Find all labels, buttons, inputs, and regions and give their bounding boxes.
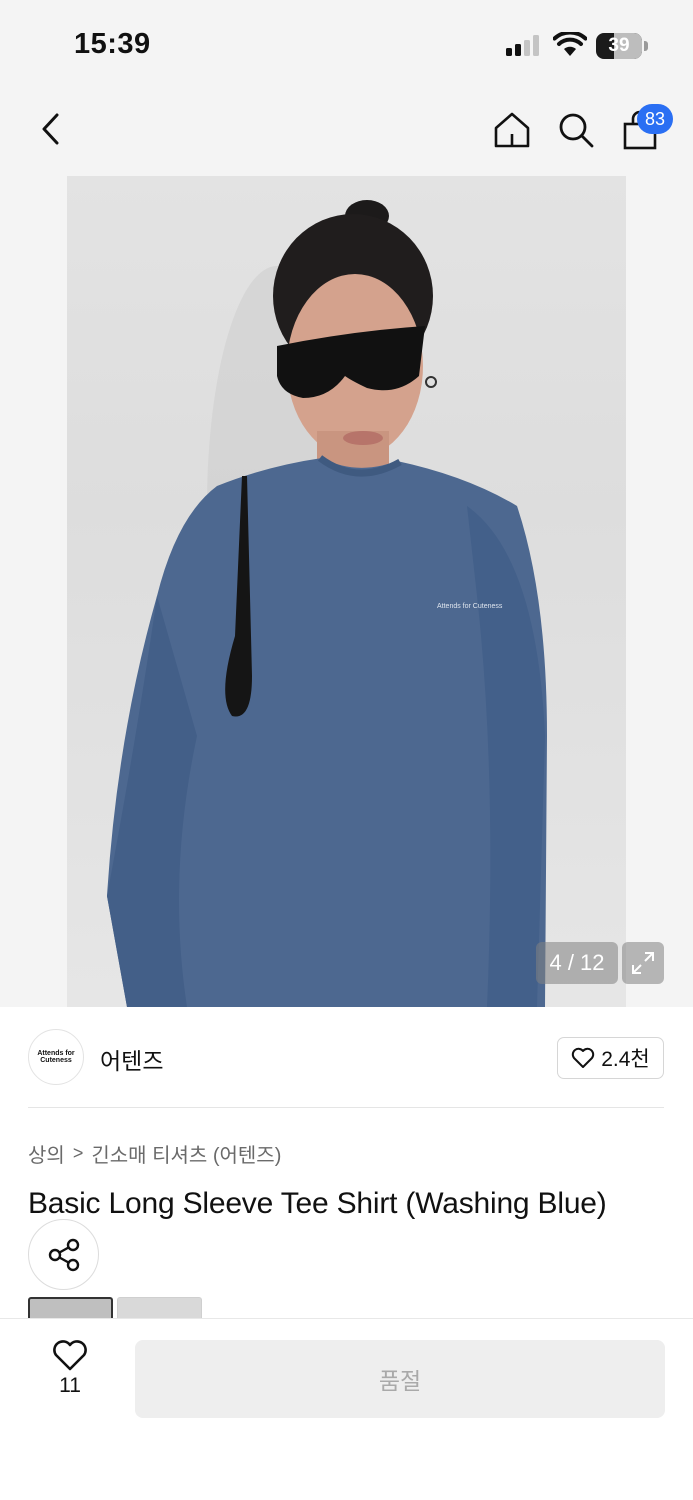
sold-out-button[interactable]: 품절: [135, 1340, 665, 1418]
expand-image-button[interactable]: [622, 942, 664, 984]
battery-percent: 39: [608, 35, 630, 56]
search-icon: [559, 113, 594, 148]
brand-name[interactable]: 어텐즈: [100, 1042, 163, 1076]
wishlist-button[interactable]: 11: [40, 1340, 100, 1412]
wishlist-count: 11: [59, 1374, 81, 1397]
heart-icon: [53, 1340, 87, 1371]
back-button[interactable]: [28, 106, 74, 152]
search-button[interactable]: [550, 104, 602, 156]
heart-icon: [572, 1047, 595, 1068]
product-title: Basic Long Sleeve Tee Shirt (Washing Blu…: [28, 1187, 607, 1220]
wifi-icon: [553, 32, 587, 56]
breadcrumb: 상의 > 긴소매 티셔츠 (어텐즈): [28, 1139, 281, 1168]
chevron-left-icon: [42, 113, 59, 145]
expand-icon: [632, 952, 654, 974]
breadcrumb-separator: >: [72, 1143, 84, 1163]
shirt-print-text: Attends for Cuteness: [437, 603, 503, 610]
divider: [28, 1107, 664, 1108]
brand-logo-line1: Attends for: [37, 1050, 75, 1057]
brand-logo[interactable]: Attends for Cuteness: [28, 1029, 84, 1085]
cart-count-badge: 83: [637, 104, 673, 134]
breadcrumb-category[interactable]: 상의: [28, 1139, 65, 1168]
home-icon: [494, 112, 530, 148]
brand-like-button[interactable]: 2.4천: [557, 1037, 664, 1079]
cellular-signal-icon: [506, 35, 539, 56]
share-icon: [48, 1238, 79, 1271]
brand-logo-line2: Cuteness: [40, 1057, 72, 1064]
battery-indicator: 39: [596, 33, 648, 59]
home-button[interactable]: [486, 104, 538, 156]
product-image[interactable]: Attends for Cuteness: [67, 176, 626, 1007]
thumbnail-image[interactable]: [28, 1297, 113, 1319]
image-counter: 4 / 12: [536, 942, 618, 984]
share-button[interactable]: [28, 1219, 99, 1290]
product-photo-illustration: Attends for Cuteness: [107, 200, 547, 1007]
brand-like-count: 2.4천: [601, 1048, 650, 1071]
thumbnail-image[interactable]: [117, 1297, 202, 1319]
status-time: 15:39: [74, 28, 151, 60]
breadcrumb-subcategory[interactable]: 긴소매 티셔츠 (어텐즈): [91, 1139, 281, 1168]
